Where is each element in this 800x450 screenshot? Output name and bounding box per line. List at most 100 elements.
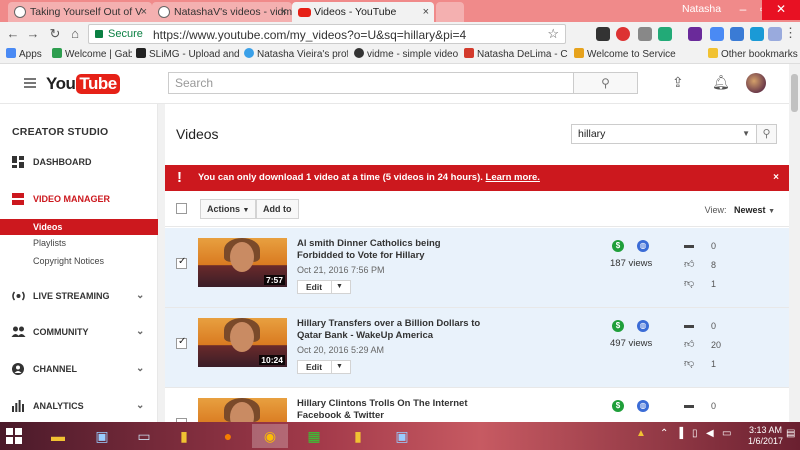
extension-icon[interactable]: [638, 27, 652, 41]
comments-stat[interactable]: ▬ 0: [684, 240, 744, 254]
comments-stat[interactable]: ▬ 0: [684, 320, 744, 334]
actions-button[interactable]: Actions ▼: [200, 199, 257, 219]
alert-close-icon[interactable]: ×: [773, 165, 779, 191]
bookmark-slimg[interactable]: SLiMG - Upload and S: [136, 48, 240, 62]
address-bar[interactable]: Secure https://www.youtube.com/my_videos…: [88, 24, 566, 44]
youtube-search-button[interactable]: ⚲: [574, 72, 638, 94]
public-globe-icon[interactable]: ◍: [637, 320, 649, 332]
sidebar-item-community[interactable]: COMMUNITY ⌄: [0, 322, 158, 342]
select-all-checkbox[interactable]: [176, 203, 187, 214]
public-globe-icon[interactable]: ◍: [637, 240, 649, 252]
dislikes-stat[interactable]: 👎︎ 1: [684, 358, 744, 372]
sidebar-item-dashboard[interactable]: DASHBOARD: [0, 152, 158, 172]
volume-icon[interactable]: ◀: [706, 428, 714, 439]
warning-tray-icon[interactable]: ▲: [636, 428, 646, 439]
public-globe-icon[interactable]: ◍: [637, 400, 649, 412]
row-checkbox[interactable]: [176, 256, 187, 269]
monetization-icon[interactable]: $: [612, 400, 624, 412]
row-checkbox[interactable]: [176, 336, 187, 349]
notifications-bell-icon[interactable]: 🔔︎: [712, 74, 730, 91]
add-to-button[interactable]: Add to: [256, 199, 299, 219]
store-icon[interactable]: ▦: [296, 424, 332, 448]
likes-stat[interactable]: 👍︎ 20: [684, 339, 744, 353]
sidebar-item-channel[interactable]: CHANNEL ⌄: [0, 359, 158, 379]
network-icon[interactable]: ▐: [676, 428, 683, 439]
youtube-logo[interactable]: You Tube: [46, 74, 120, 96]
video-thumbnail[interactable]: 7:57: [198, 238, 287, 287]
table-row[interactable]: 7:57 Al smith Dinner Catholics being For…: [165, 228, 789, 308]
app-icon[interactable]: ▣: [384, 424, 420, 448]
tray-overflow-icon[interactable]: ⌃: [660, 428, 668, 439]
notifications-icon[interactable]: ▤: [786, 428, 795, 439]
back-icon[interactable]: ←: [4, 25, 22, 43]
learn-more-link[interactable]: Learn more.: [486, 172, 540, 183]
folder-icon[interactable]: ▮: [340, 424, 376, 448]
bookmark-star-icon[interactable]: ☆: [547, 26, 559, 42]
browser-tab[interactable]: NatashaV's videos - vidm ×: [152, 2, 292, 22]
bookmark-natasha[interactable]: Natasha DeLima - Cha: [464, 48, 568, 62]
sidebar-subitem-videos[interactable]: Videos: [0, 219, 158, 235]
bookmark-skype[interactable]: Natasha Vieira's profi: [244, 48, 348, 62]
battery-icon[interactable]: ▯: [692, 428, 698, 439]
upload-icon[interactable]: ⇪: [672, 74, 684, 91]
browser-tab[interactable]: Taking Yourself Out of V ×: [8, 2, 152, 22]
extension-icon[interactable]: [768, 27, 782, 41]
file-explorer-icon[interactable]: ▬: [40, 424, 76, 448]
chevron-down-icon[interactable]: ⌄: [136, 322, 144, 342]
computer-icon[interactable]: ▭: [126, 424, 162, 448]
edit-button[interactable]: Edit ▼: [297, 280, 351, 294]
hamburger-menu-icon[interactable]: [24, 78, 36, 88]
page-scrollbar[interactable]: [789, 64, 800, 422]
browser-tab-active[interactable]: Videos - YouTube ×: [292, 2, 434, 22]
chevron-down-icon[interactable]: ⌄: [136, 396, 144, 416]
dislikes-stat[interactable]: 👎︎ 1: [684, 278, 744, 292]
sidebar-item-analytics[interactable]: ANALYTICS ⌄: [0, 396, 158, 416]
video-title[interactable]: Hillary Transfers over a Billion Dollars…: [297, 318, 487, 342]
reload-icon[interactable]: ↻: [46, 25, 64, 43]
chrome-icon[interactable]: ◉: [252, 424, 288, 448]
extension-icon[interactable]: [750, 27, 764, 41]
other-bookmarks[interactable]: Other bookmarks: [708, 48, 798, 62]
comments-stat[interactable]: ▬ 0: [684, 400, 744, 414]
avatar[interactable]: [746, 73, 766, 93]
windows-start-icon[interactable]: [6, 428, 22, 444]
caret-down-icon[interactable]: ▼: [336, 281, 343, 293]
close-tab-icon[interactable]: ×: [423, 2, 429, 22]
sidebar-subitem-copyright-notices[interactable]: Copyright Notices: [0, 253, 158, 269]
keyboard-icon[interactable]: ▭: [722, 428, 731, 439]
video-search-button[interactable]: ⚲: [757, 124, 777, 144]
forward-icon[interactable]: →: [24, 25, 42, 43]
bookmark-apps[interactable]: Apps: [6, 48, 42, 62]
sidebar-item-live-streaming[interactable]: LIVE STREAMING ⌄: [0, 286, 158, 306]
sidebar-subitem-playlists[interactable]: Playlists: [0, 235, 158, 251]
scrollbar-thumb[interactable]: [791, 74, 798, 112]
video-search-input[interactable]: hillary ▼: [571, 124, 757, 144]
edit-button[interactable]: Edit ▼: [297, 360, 351, 374]
sidebar-item-video-manager[interactable]: VIDEO MANAGER: [0, 189, 158, 209]
video-title[interactable]: Hillary Clintons Trolls On The Internet …: [297, 398, 487, 422]
documents-icon[interactable]: ▮: [166, 424, 202, 448]
home-icon[interactable]: ⌂: [66, 25, 84, 43]
chevron-down-icon[interactable]: ⌄: [136, 359, 144, 379]
likes-stat[interactable]: 👍︎ 8: [684, 259, 744, 273]
adblock-extension-icon[interactable]: [616, 27, 630, 41]
taskbar-clock[interactable]: 3:13 AM 1/6/2017: [748, 425, 783, 447]
extension-icon[interactable]: [710, 27, 724, 41]
close-tab-icon[interactable]: ×: [281, 2, 287, 22]
new-tab-button[interactable]: [436, 2, 464, 22]
caret-down-icon[interactable]: ▼: [742, 125, 750, 143]
close-window-icon[interactable]: ✕: [762, 0, 800, 20]
extension-icon[interactable]: [730, 27, 744, 41]
extension-icon[interactable]: [658, 27, 672, 41]
browser-user-name[interactable]: Natasha: [682, 3, 721, 15]
bookmark-gab[interactable]: Welcome | Gab: [52, 48, 132, 62]
monetization-icon[interactable]: $: [612, 240, 624, 252]
control-panel-icon[interactable]: ▣: [84, 424, 120, 448]
bookmark-service[interactable]: Welcome to Service C: [574, 48, 678, 62]
extension-icon[interactable]: [596, 27, 610, 41]
url-text[interactable]: https://www.youtube.com/my_videos?o=U&sq…: [153, 28, 466, 42]
firefox-icon[interactable]: ●: [210, 424, 246, 448]
bookmark-vidme[interactable]: vidme - simple video: [354, 48, 458, 62]
close-tab-icon[interactable]: ×: [141, 2, 147, 22]
youtube-search-input[interactable]: Search: [168, 72, 574, 94]
